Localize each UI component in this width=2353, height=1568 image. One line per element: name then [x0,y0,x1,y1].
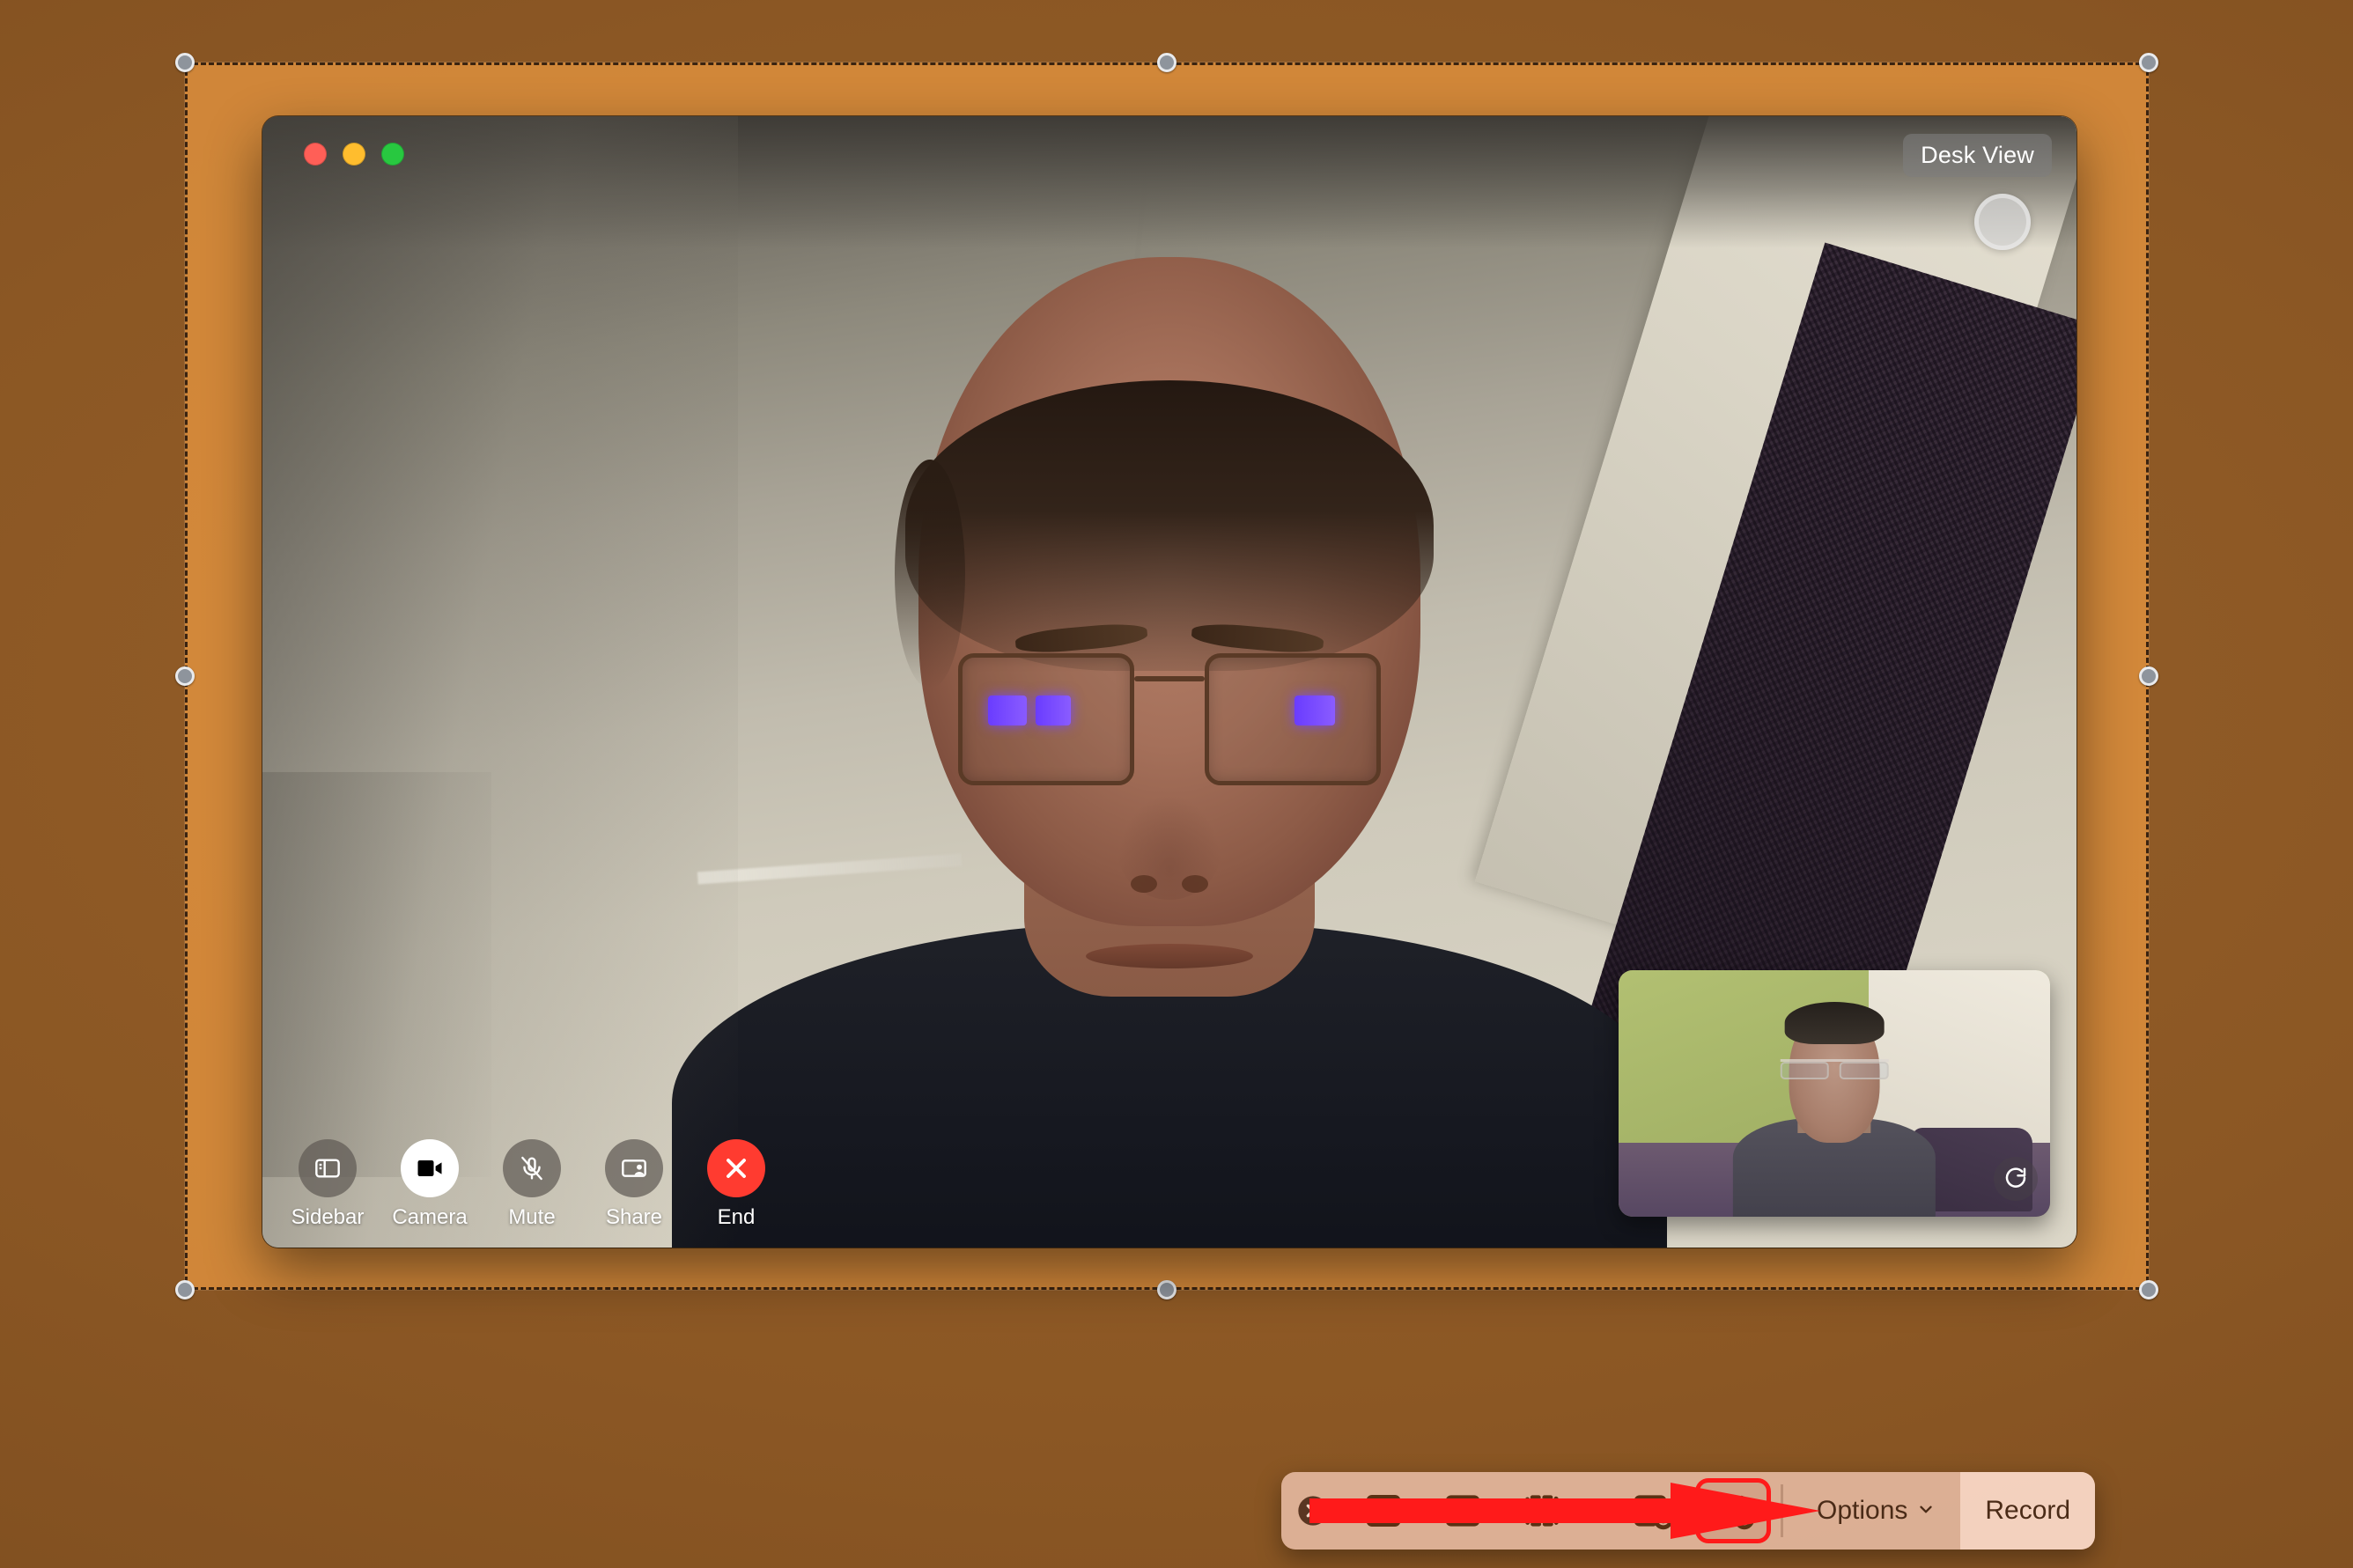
end-call-icon[interactable] [707,1139,765,1197]
camera-control[interactable]: Camera [391,1139,468,1230]
camera-control-label: Camera [392,1205,468,1229]
capture-selected-portion-icon[interactable] [1508,1483,1575,1539]
selection-handle-bottom-center[interactable] [1157,1280,1176,1299]
selection-handle-middle-right[interactable] [2139,666,2158,686]
capture-entire-screen-icon[interactable] [1350,1483,1417,1539]
options-button[interactable]: Options [1792,1472,1960,1550]
mute-control[interactable]: Mute [493,1139,571,1230]
close-button[interactable] [304,143,327,166]
selection-handle-middle-left[interactable] [175,666,195,686]
capture-tool-group [1345,1472,1772,1550]
record-button[interactable]: Record [1960,1472,2096,1550]
sidebar-icon[interactable] [299,1139,357,1197]
sidebar-control[interactable]: Sidebar [289,1139,366,1230]
selection-handle-bottom-left[interactable] [175,1280,195,1299]
desk-view-button[interactable]: Desk View [1903,134,2052,177]
camera-lens-indicator [1974,194,2031,250]
share-screen-icon[interactable] [605,1139,663,1197]
capture-selected-window-icon[interactable] [1429,1483,1496,1539]
screenshot-capture-toolbar[interactable]: Options Record [1281,1472,2096,1550]
self-view-pip[interactable] [1619,970,2050,1217]
facetime-window[interactable]: Desk View Sidebar Camera Mute Share End [262,116,2076,1248]
selection-handle-top-right[interactable] [2139,53,2158,72]
share-control-label: Share [605,1205,663,1229]
minimize-button[interactable] [343,143,365,166]
pip-person-hair [1784,1002,1885,1044]
close-circle-icon[interactable] [1281,1472,1345,1550]
record-selected-portion-icon[interactable] [1700,1483,1767,1539]
share-control[interactable]: Share [595,1139,673,1230]
pip-person-glasses [1780,1058,1889,1079]
microphone-muted-icon[interactable] [503,1139,561,1197]
record-button-label: Record [1985,1496,2071,1525]
end-call-control[interactable]: End [697,1139,775,1230]
facetime-call-controls: Sidebar Camera Mute Share End [289,1139,775,1230]
video-camera-icon[interactable] [401,1139,459,1197]
remote-participant [672,116,1667,1248]
end-call-control-label: End [717,1205,756,1229]
selection-handle-top-left[interactable] [175,53,195,72]
mute-control-label: Mute [508,1205,556,1229]
sidebar-control-label: Sidebar [291,1205,365,1229]
record-entire-screen-icon[interactable] [1620,1483,1687,1539]
rotate-clockwise-icon[interactable] [1994,1157,2038,1201]
chevron-down-icon [1916,1496,1936,1526]
selection-handle-bottom-right[interactable] [2139,1280,2158,1299]
window-traffic-lights [304,143,404,166]
toolbar-divider-2 [1781,1484,1783,1537]
options-button-label: Options [1817,1496,1908,1525]
maximize-button[interactable] [381,143,404,166]
selection-handle-top-center[interactable] [1157,53,1176,72]
